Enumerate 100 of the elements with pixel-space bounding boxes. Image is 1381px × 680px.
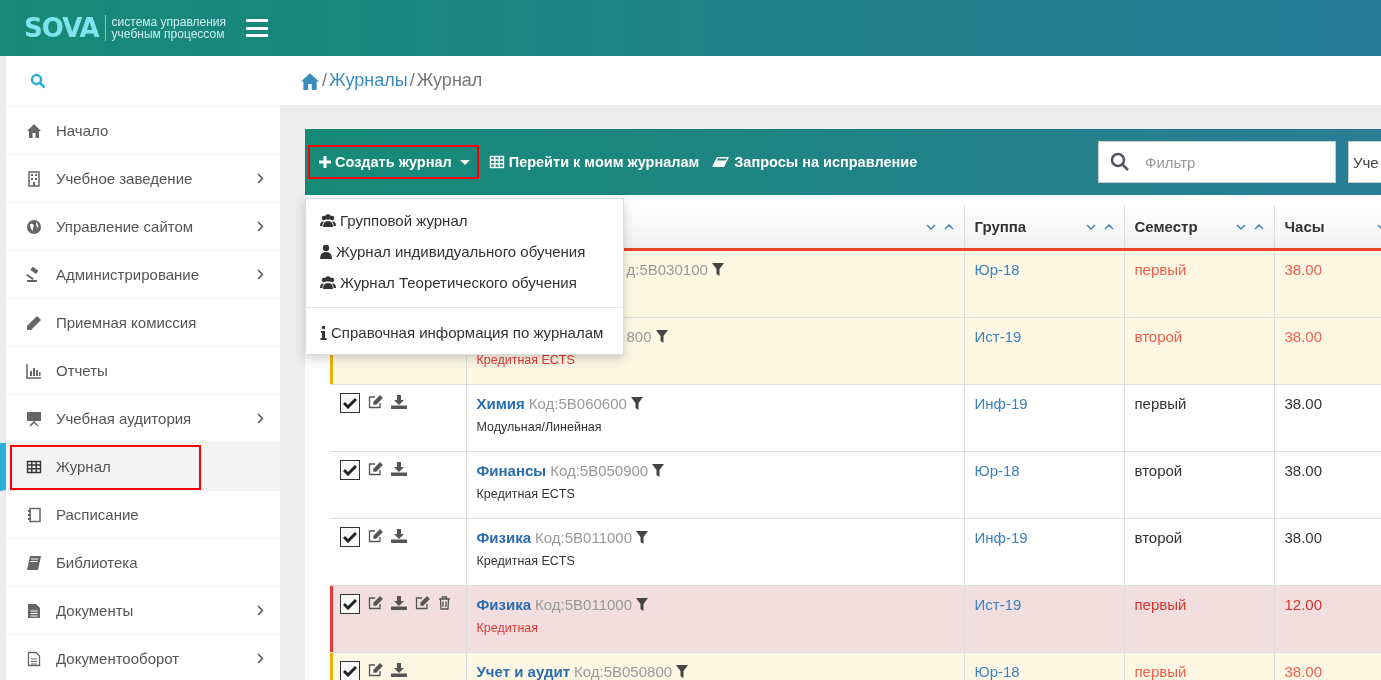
menu-item[interactable]: Журнал индивидуального обучения (306, 236, 623, 267)
easel-icon (26, 410, 42, 427)
filter-field[interactable]: Фильтр (1098, 141, 1336, 183)
users-icon (320, 212, 336, 229)
globe-icon (26, 218, 42, 235)
sort-arrows-icon[interactable] (925, 221, 954, 232)
discipline-code: Код:5B011000 (535, 529, 633, 546)
edit-icon[interactable] (415, 596, 430, 610)
select-field[interactable]: Уче (1348, 141, 1381, 183)
eraser-icon (711, 154, 731, 170)
menu-item[interactable]: Справочная информация по журналам (306, 317, 623, 348)
download-icon[interactable] (391, 596, 407, 610)
hours-text: 12.00 (1284, 596, 1323, 613)
group-link[interactable]: Юр-18 (974, 663, 1020, 680)
semester-text: первый (1134, 261, 1187, 278)
group-link[interactable]: Юр-18 (974, 261, 1020, 278)
checkbox[interactable] (340, 661, 360, 680)
sort-arrows-icon[interactable] (1085, 221, 1114, 232)
book-icon (26, 554, 42, 571)
group-link[interactable]: Инф-19 (974, 395, 1028, 412)
document-icon (26, 650, 42, 667)
semester-text: первый (1134, 596, 1187, 613)
home-icon (26, 122, 42, 139)
home-icon[interactable] (300, 71, 320, 90)
sidebar-item[interactable]: Журнал (0, 443, 280, 491)
filter-icon[interactable] (636, 598, 649, 611)
column-title: Группа (974, 218, 1027, 235)
breadcrumb-separator: / (322, 70, 327, 91)
filter-icon[interactable] (676, 665, 689, 678)
semester-text: второй (1134, 462, 1183, 479)
hours-text: 38.00 (1284, 261, 1323, 278)
filter-icon[interactable] (711, 263, 724, 276)
breadcrumb-link[interactable]: Журналы (329, 70, 408, 91)
filter-icon[interactable] (652, 464, 665, 477)
logo-tagline: система управления учебным процессом (111, 16, 227, 40)
semester-text: первый (1134, 395, 1187, 412)
group-link[interactable]: Юр-18 (974, 462, 1020, 479)
group-link[interactable]: Ист-19 (974, 328, 1022, 345)
hours-text: 38.00 (1284, 328, 1323, 345)
system-label: Кредитная ECTS (476, 553, 576, 570)
edit-icon[interactable] (368, 596, 383, 610)
discipline-link[interactable]: Физика (476, 596, 532, 613)
download-icon[interactable] (391, 663, 407, 677)
checkbox[interactable] (340, 527, 360, 547)
trash-icon[interactable] (438, 596, 451, 610)
discipline-code: Код:5B011000 (535, 596, 633, 613)
discipline-code: д:5B030100 (626, 261, 708, 278)
edit-icon[interactable] (368, 529, 383, 543)
menu-item[interactable]: Журнал Теоретического обучения (306, 267, 623, 298)
hours-text: 38.00 (1284, 663, 1323, 680)
filter-icon[interactable] (636, 531, 649, 544)
toolbar-button[interactable]: Запросы на исправление (709, 145, 920, 179)
menu-item[interactable]: Групповой журнал (306, 205, 623, 236)
table-icon (488, 154, 505, 170)
hours-text: 38.00 (1284, 395, 1323, 412)
users-icon (320, 274, 336, 291)
search-icon (30, 73, 46, 89)
toolbar-button[interactable]: Перейти к моим журналам (486, 145, 702, 179)
info-icon (320, 324, 327, 341)
document-icon (26, 602, 42, 619)
toolbar-button[interactable]: Создать журнал (308, 145, 479, 179)
system-label: Модульная/Линейная (476, 419, 603, 436)
plus-icon (317, 154, 331, 170)
bar-chart-icon (26, 362, 42, 379)
system-label: Кредитная ECTS (476, 352, 576, 369)
column-title: Семестр (1134, 218, 1198, 235)
discipline-code: 800 (626, 328, 652, 345)
download-icon[interactable] (391, 462, 407, 476)
discipline-link[interactable]: Физика (476, 529, 532, 546)
system-label: Кредитная (476, 620, 540, 637)
discipline-link[interactable]: Финансы (476, 462, 547, 479)
sort-arrows-icon[interactable] (1235, 221, 1264, 232)
breadcrumb-separator: / (409, 70, 415, 91)
group-link[interactable]: Инф-19 (974, 529, 1028, 546)
checkbox[interactable] (340, 594, 360, 614)
download-icon[interactable] (391, 529, 407, 543)
checkbox[interactable] (340, 393, 360, 413)
discipline-code: Код:5B050800 (574, 663, 673, 680)
column-title: Часы (1284, 218, 1325, 235)
discipline-code: Код:5B050900 (550, 462, 649, 479)
breadcrumb-current: Журнал (416, 70, 483, 91)
discipline-link[interactable]: Химия (476, 395, 525, 412)
menu-button[interactable] (246, 19, 269, 37)
notebook-icon (26, 506, 42, 523)
filter-icon[interactable] (630, 397, 643, 410)
semester-text: второй (1134, 529, 1183, 546)
hours-text: 38.00 (1284, 529, 1323, 546)
discipline-link[interactable]: Учет и аудит (476, 663, 570, 680)
discipline-code: Код:5B060600 (528, 395, 627, 412)
building-icon (26, 170, 42, 187)
system-label: Кредитная ECTS (476, 486, 576, 503)
edit-icon[interactable] (368, 462, 383, 476)
hours-text: 38.00 (1284, 462, 1323, 479)
download-icon[interactable] (391, 395, 407, 409)
table-icon (26, 458, 42, 475)
edit-icon[interactable] (368, 395, 383, 409)
edit-icon[interactable] (368, 663, 383, 677)
filter-icon[interactable] (655, 330, 668, 343)
checkbox[interactable] (340, 460, 360, 480)
search-icon (1110, 152, 1130, 172)
